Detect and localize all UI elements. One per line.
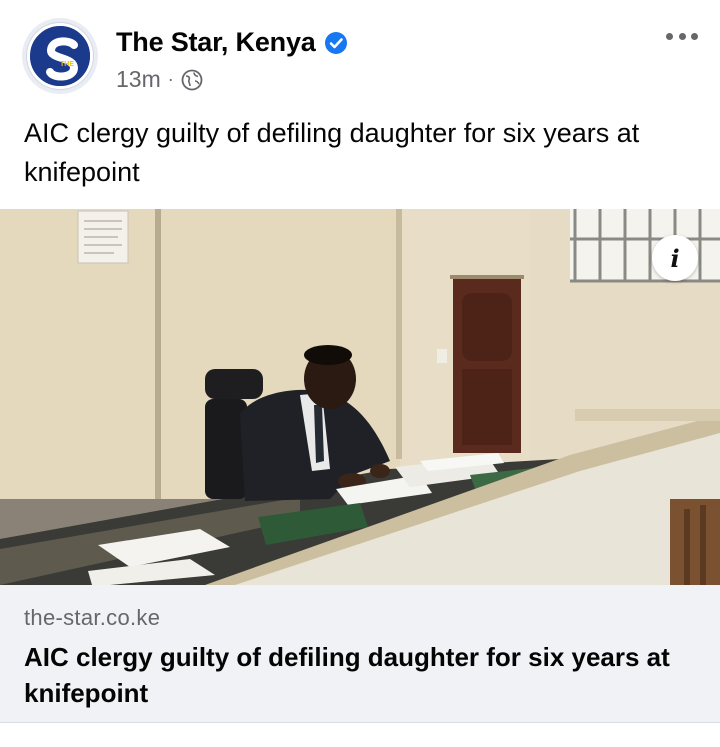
more-options-icon[interactable] [666, 26, 698, 46]
link-preview-card[interactable]: the-star.co.ke AIC clergy guilty of defi… [0, 585, 720, 723]
link-domain: the-star.co.ke [24, 605, 161, 630]
info-icon[interactable]: i [652, 235, 698, 281]
courtroom-photo [0, 209, 720, 585]
post-header: THE The Star, Kenya 13m · [0, 0, 720, 110]
post-timestamp[interactable]: 13m [116, 66, 161, 93]
verified-badge-icon [324, 31, 347, 54]
page-name-row: The Star, Kenya [116, 27, 348, 58]
post-photo[interactable]: i [0, 209, 720, 585]
page-name[interactable]: The Star, Kenya [116, 27, 316, 58]
globe-icon[interactable] [181, 69, 203, 91]
the-star-logo: THE [27, 23, 93, 89]
post-caption: AIC clergy guilty of defiling daughter f… [24, 118, 640, 187]
post-meta: 13m · [116, 66, 203, 93]
page-avatar[interactable]: THE [22, 18, 98, 94]
more-dot [666, 32, 673, 40]
more-dot [691, 32, 698, 40]
link-title: AIC clergy guilty of defiling daughter f… [24, 642, 670, 708]
more-dot [678, 32, 686, 40]
meta-separator: · [167, 69, 174, 89]
svg-text:THE: THE [60, 61, 74, 68]
